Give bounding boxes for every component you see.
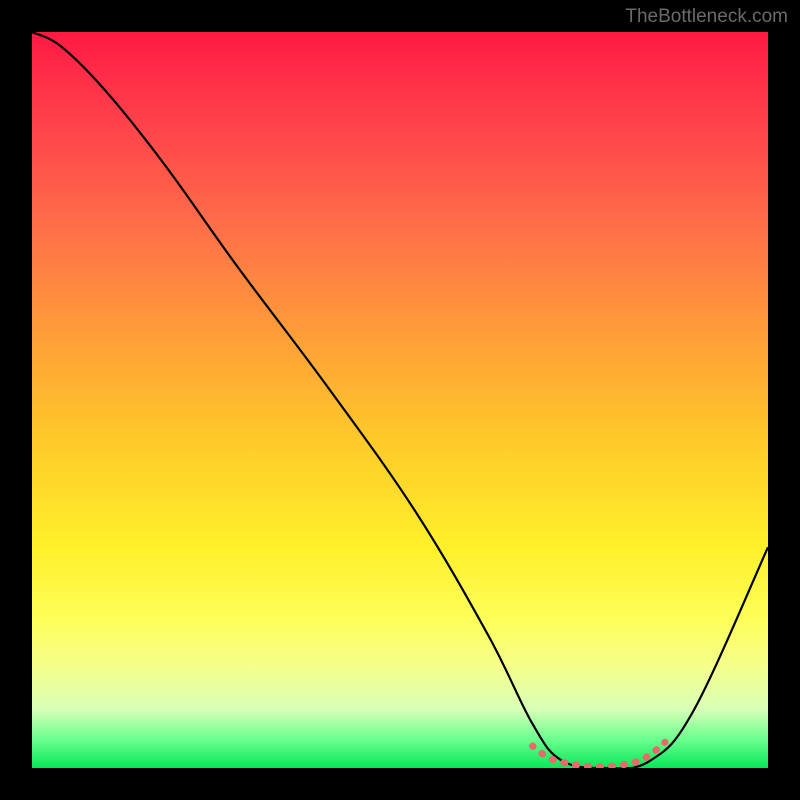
watermark-text: TheBottleneck.com <box>625 6 788 28</box>
chart-svg <box>32 32 768 768</box>
bottleneck-curve-line <box>32 32 768 768</box>
plot-area <box>32 32 768 768</box>
